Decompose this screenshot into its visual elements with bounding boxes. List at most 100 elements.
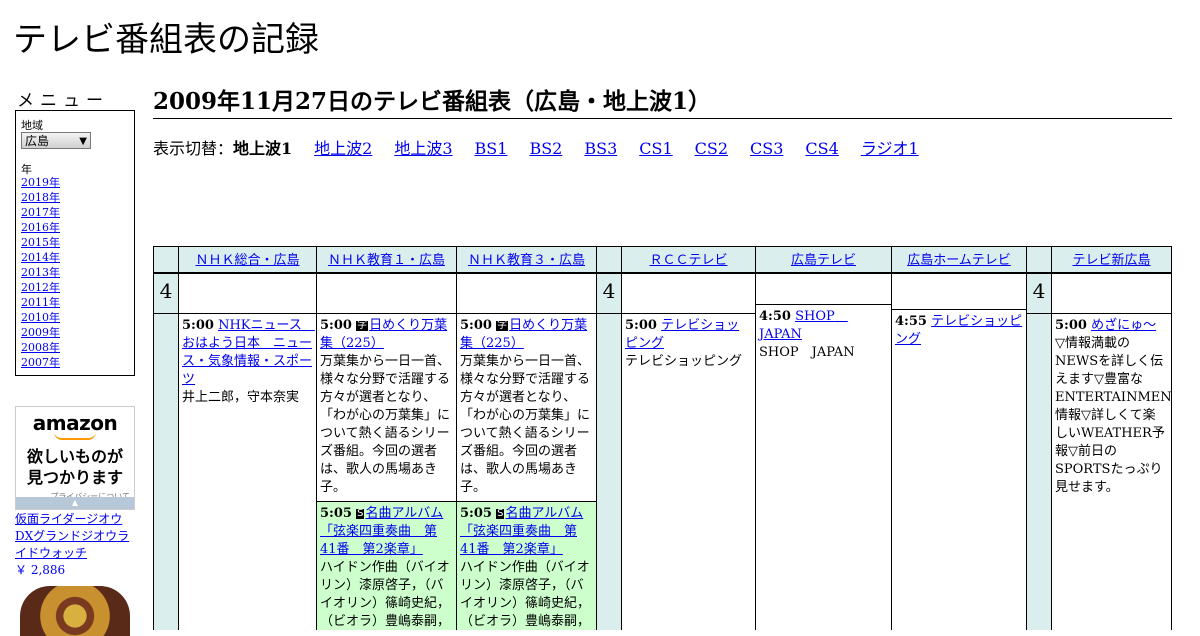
year-link-2016[interactable]: 2016年 bbox=[21, 220, 60, 235]
subtitle-badge-icon: 字 bbox=[496, 320, 509, 331]
switcher-link-bs1[interactable]: BS1 bbox=[475, 139, 508, 158]
channel-column-rcc: ＲＣＣテレビ 5:00 テレビショッピング テレビショッピング bbox=[621, 246, 756, 630]
channel-header: ＮＨＫ総合・広島 bbox=[178, 246, 317, 273]
channel-column-etv1: ＮＨＫ教育１・広島 5:00 字日めくり万葉集（225） 万葉集から一日一首、様… bbox=[316, 246, 457, 630]
switcher-link-cs3[interactable]: CS3 bbox=[750, 139, 783, 158]
amazon-expand-icon[interactable]: ▲ bbox=[16, 497, 134, 509]
year-link-2017[interactable]: 2017年 bbox=[21, 205, 60, 220]
program-desc: SHOP JAPAN bbox=[759, 345, 855, 360]
ad-product-name[interactable]: 仮面ライダージオウ DXグランドジオウライドウォッチ bbox=[15, 512, 129, 560]
channel-header: テレビ新広島 bbox=[1051, 246, 1172, 273]
program-time: 5:05 bbox=[460, 506, 492, 521]
program-desc: 井上二郎，守本奈実 bbox=[182, 390, 300, 405]
empty-slot bbox=[891, 273, 1027, 310]
time-header-cell bbox=[1026, 246, 1052, 273]
program-cell: 5:05 S 名曲アルバム「弦楽四重奏曲 第41番 第2楽章」 ハイドン作曲（バイ… bbox=[456, 501, 597, 630]
year-link-2011[interactable]: 2011年 bbox=[21, 295, 60, 310]
channel-link-tss[interactable]: テレビ新広島 bbox=[1072, 253, 1150, 268]
program-cell: 5:05 S 名曲アルバム「弦楽四重奏曲 第41番 第2楽章」 ハイドン作曲（バイ… bbox=[316, 501, 457, 630]
switcher-current: 地上波1 bbox=[233, 139, 293, 158]
program-desc: ハイドン作曲（バイオリン）漆原啓子，（バイオリン）篠崎史紀，（ビオラ）豊嶋泰嗣， bbox=[320, 560, 451, 629]
subtitle-badge-icon: 字 bbox=[356, 320, 369, 331]
channel-link-rcc[interactable]: ＲＣＣテレビ bbox=[649, 253, 727, 268]
channel-header: ＲＣＣテレビ bbox=[621, 246, 756, 273]
switcher-link-cs4[interactable]: CS4 bbox=[805, 139, 838, 158]
switcher-link-cs2[interactable]: CS2 bbox=[695, 139, 728, 158]
program-cell: 5:00 字日めくり万葉集（225） 万葉集から一日一首、様々な分野で活躍する方… bbox=[456, 313, 597, 502]
channel-link-etv3[interactable]: ＮＨＫ教育３・広島 bbox=[468, 253, 585, 268]
channel-column-etv3: ＮＨＫ教育３・広島 5:00 字日めくり万葉集（225） 万葉集から一日一首、様… bbox=[456, 246, 597, 630]
year-link-2018[interactable]: 2018年 bbox=[21, 190, 60, 205]
year-link-2012[interactable]: 2012年 bbox=[21, 280, 60, 295]
region-select[interactable]: 広島 ▼ bbox=[21, 132, 91, 149]
year-link-2013[interactable]: 2013年 bbox=[21, 265, 60, 280]
program-title[interactable]: めざにゅ～ bbox=[1091, 318, 1156, 333]
empty-slot bbox=[621, 273, 756, 314]
program-cell: 5:00 字日めくり万葉集（225） 万葉集から一日一首、様々な分野で活躍する方… bbox=[316, 313, 457, 502]
channel-link-htv[interactable]: 広島テレビ bbox=[791, 253, 856, 268]
hour-mark: 4 bbox=[1026, 273, 1052, 314]
region-select-value: 広島 bbox=[25, 134, 50, 148]
program-time: 5:00 bbox=[1055, 318, 1087, 333]
program-desc: 万葉集から一日一首、様々な分野で活躍する方々が選者となり、「わが心の万葉集」につ… bbox=[460, 354, 591, 495]
region-label: 地域 bbox=[21, 119, 43, 132]
time-column: 4 bbox=[1026, 246, 1052, 630]
switcher-link-cs1[interactable]: CS1 bbox=[639, 139, 672, 158]
amazon-ad-banner[interactable]: amazon 欲しいものが 見つかります プライバシーについて ▲ bbox=[15, 406, 135, 510]
year-link-2007[interactable]: 2007年 bbox=[21, 355, 60, 370]
program-desc: ハイドン作曲（バイオリン）漆原啓子，（バイオリン）篠崎史紀，（ビオラ）豊嶋泰嗣， bbox=[460, 560, 591, 629]
program-time: 4:50 bbox=[759, 309, 791, 324]
ad-product-price: ￥ 2,886 bbox=[15, 563, 66, 577]
channel-link-nhk-g[interactable]: ＮＨＫ総合・広島 bbox=[195, 253, 299, 268]
program-time: 5:00 bbox=[182, 318, 214, 333]
page-heading: 2009年11月27日のテレビ番組表（広島・地上波1） bbox=[153, 82, 1172, 119]
channel-link-hometv[interactable]: 広島ホームテレビ bbox=[907, 253, 1011, 268]
year-link-2015[interactable]: 2015年 bbox=[21, 235, 60, 250]
stereo-badge-icon: S bbox=[496, 508, 505, 519]
ad-product-image[interactable] bbox=[20, 586, 130, 636]
year-link-2010[interactable]: 2010年 bbox=[21, 310, 60, 325]
program-desc: テレビショッピング bbox=[625, 354, 743, 369]
switcher-link-chijo3[interactable]: 地上波3 bbox=[394, 139, 452, 158]
program-time: 5:00 bbox=[320, 318, 352, 333]
hour-mark: 4 bbox=[596, 273, 622, 314]
empty-slot bbox=[456, 273, 597, 314]
year-link-2014[interactable]: 2014年 bbox=[21, 250, 60, 265]
year-link-2009[interactable]: 2009年 bbox=[21, 325, 60, 340]
program-desc: ▽情報満載のNEWSを詳しく伝えます▽豊富なENTERTAINMENT情報▽詳し… bbox=[1055, 336, 1172, 495]
empty-slot bbox=[755, 273, 892, 305]
time-column: 4 bbox=[153, 246, 179, 630]
dropdown-arrow-icon: ▼ bbox=[79, 136, 87, 147]
year-link-2008[interactable]: 2008年 bbox=[21, 340, 60, 355]
switcher-link-bs2[interactable]: BS2 bbox=[529, 139, 562, 158]
channel-link-etv1[interactable]: ＮＨＫ教育１・広島 bbox=[328, 253, 445, 268]
switcher-link-bs3[interactable]: BS3 bbox=[584, 139, 617, 158]
hour-mark: 4 bbox=[153, 273, 179, 314]
empty-slot bbox=[178, 273, 317, 314]
time-header-cell bbox=[153, 246, 179, 273]
channel-column-htv: 広島テレビ 4:50 SHOP JAPAN SHOP JAPAN bbox=[755, 246, 892, 630]
channel-header: ＮＨＫ教育３・広島 bbox=[456, 246, 597, 273]
channel-header: 広島ホームテレビ bbox=[891, 246, 1027, 273]
channel-header: 広島テレビ bbox=[755, 246, 892, 273]
amazon-tagline: 欲しいものが 見つかります bbox=[16, 446, 134, 488]
program-cell: 5:00 めざにゅ～ ▽情報満載のNEWSを詳しく伝えます▽豊富なENTERTA… bbox=[1051, 313, 1172, 630]
program-cell: 5:00 テレビショッピング テレビショッピング bbox=[621, 313, 756, 630]
time-column-body bbox=[596, 313, 622, 630]
channel-column-hometv: 広島ホームテレビ 4:55 テレビショッピング bbox=[891, 246, 1027, 630]
program-time: 5:00 bbox=[625, 318, 657, 333]
year-link-2019[interactable]: 2019年 bbox=[21, 175, 60, 190]
menu-box: 地域 広島 ▼ 年 2019年 2018年 2017年 2016年 2015年 … bbox=[15, 110, 135, 376]
ad-product[interactable]: 仮面ライダージオウ DXグランドジオウライドウォッチ ￥ 2,886 bbox=[15, 511, 135, 579]
switcher-link-radio1[interactable]: ラジオ1 bbox=[861, 139, 919, 158]
switcher-link-chijo2[interactable]: 地上波2 bbox=[314, 139, 372, 158]
program-cell: 5:00 NHKニュース おはよう日本 ニュース・気象情報・スポーツ 井上二郎，… bbox=[178, 313, 317, 630]
site-title: テレビ番組表の記録 bbox=[13, 20, 319, 60]
year-list: 2019年 2018年 2017年 2016年 2015年 2014年 2013… bbox=[21, 175, 60, 370]
empty-slot bbox=[316, 273, 457, 314]
time-column-body bbox=[1026, 313, 1052, 630]
program-time: 4:55 bbox=[895, 314, 927, 329]
display-switcher: 表示切替：地上波1 地上波2 地上波3 BS1 BS2 BS3 CS1 CS2 CS3 CS4 ラジ… bbox=[153, 135, 941, 159]
empty-slot bbox=[1051, 273, 1172, 314]
channel-header: ＮＨＫ教育１・広島 bbox=[316, 246, 457, 273]
